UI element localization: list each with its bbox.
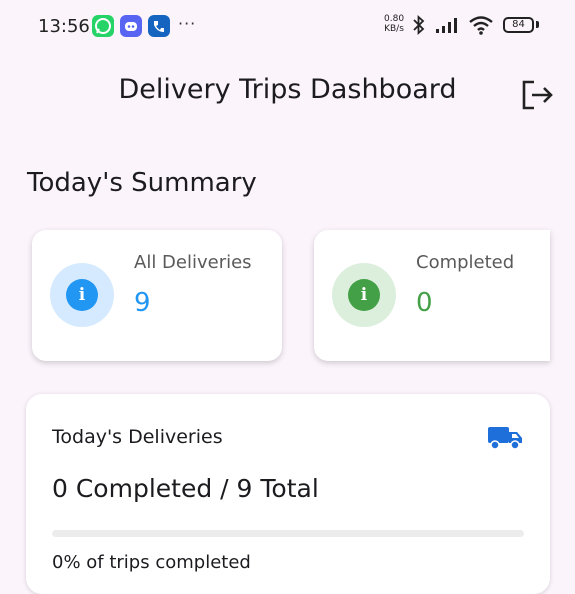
whatsapp-icon (92, 15, 114, 37)
wifi-icon (467, 14, 495, 40)
todays-deliveries-card: Today's Deliveries 0 Completed / 9 Total… (26, 394, 550, 594)
phone-app-icon (148, 15, 170, 37)
network-speed: 0.80 KB/s (384, 14, 404, 34)
bluetooth-icon (412, 14, 426, 40)
overflow-dots: ··· (178, 14, 197, 33)
card-icon-circle: i (50, 263, 114, 327)
network-speed-value: 0.80 (384, 14, 405, 24)
progress-text: 0% of trips completed (52, 552, 251, 573)
info-icon: i (66, 279, 98, 311)
logout-button[interactable] (520, 78, 554, 112)
section-title: Today's Summary (27, 168, 257, 198)
page-title: Delivery Trips Dashboard (118, 74, 457, 105)
truck-icon (487, 424, 524, 452)
battery-tip (536, 21, 539, 28)
info-icon: i (348, 279, 380, 311)
logout-icon (522, 80, 553, 110)
status-bar: 13:56 ··· 0.80 KB/s 84 (0, 0, 575, 52)
card-value: 0 (416, 288, 433, 318)
battery-indicator: 84 (503, 17, 534, 33)
completed-count: 0 Completed / 9 Total (52, 474, 319, 503)
signal-icon (434, 14, 462, 40)
discord-icon (120, 15, 142, 37)
network-speed-unit: KB/s (384, 24, 404, 34)
card-label: All Deliveries (134, 252, 252, 273)
card-title: Today's Deliveries (52, 426, 223, 448)
progress-bar (52, 530, 524, 537)
summary-card-all-deliveries[interactable]: i All Deliveries 9 (32, 230, 282, 361)
summary-card-completed[interactable]: i Completed 0 (314, 230, 550, 361)
status-time: 13:56 (38, 16, 90, 37)
card-value: 9 (134, 288, 151, 318)
card-icon-circle: i (332, 263, 396, 327)
card-label: Completed (416, 252, 515, 273)
